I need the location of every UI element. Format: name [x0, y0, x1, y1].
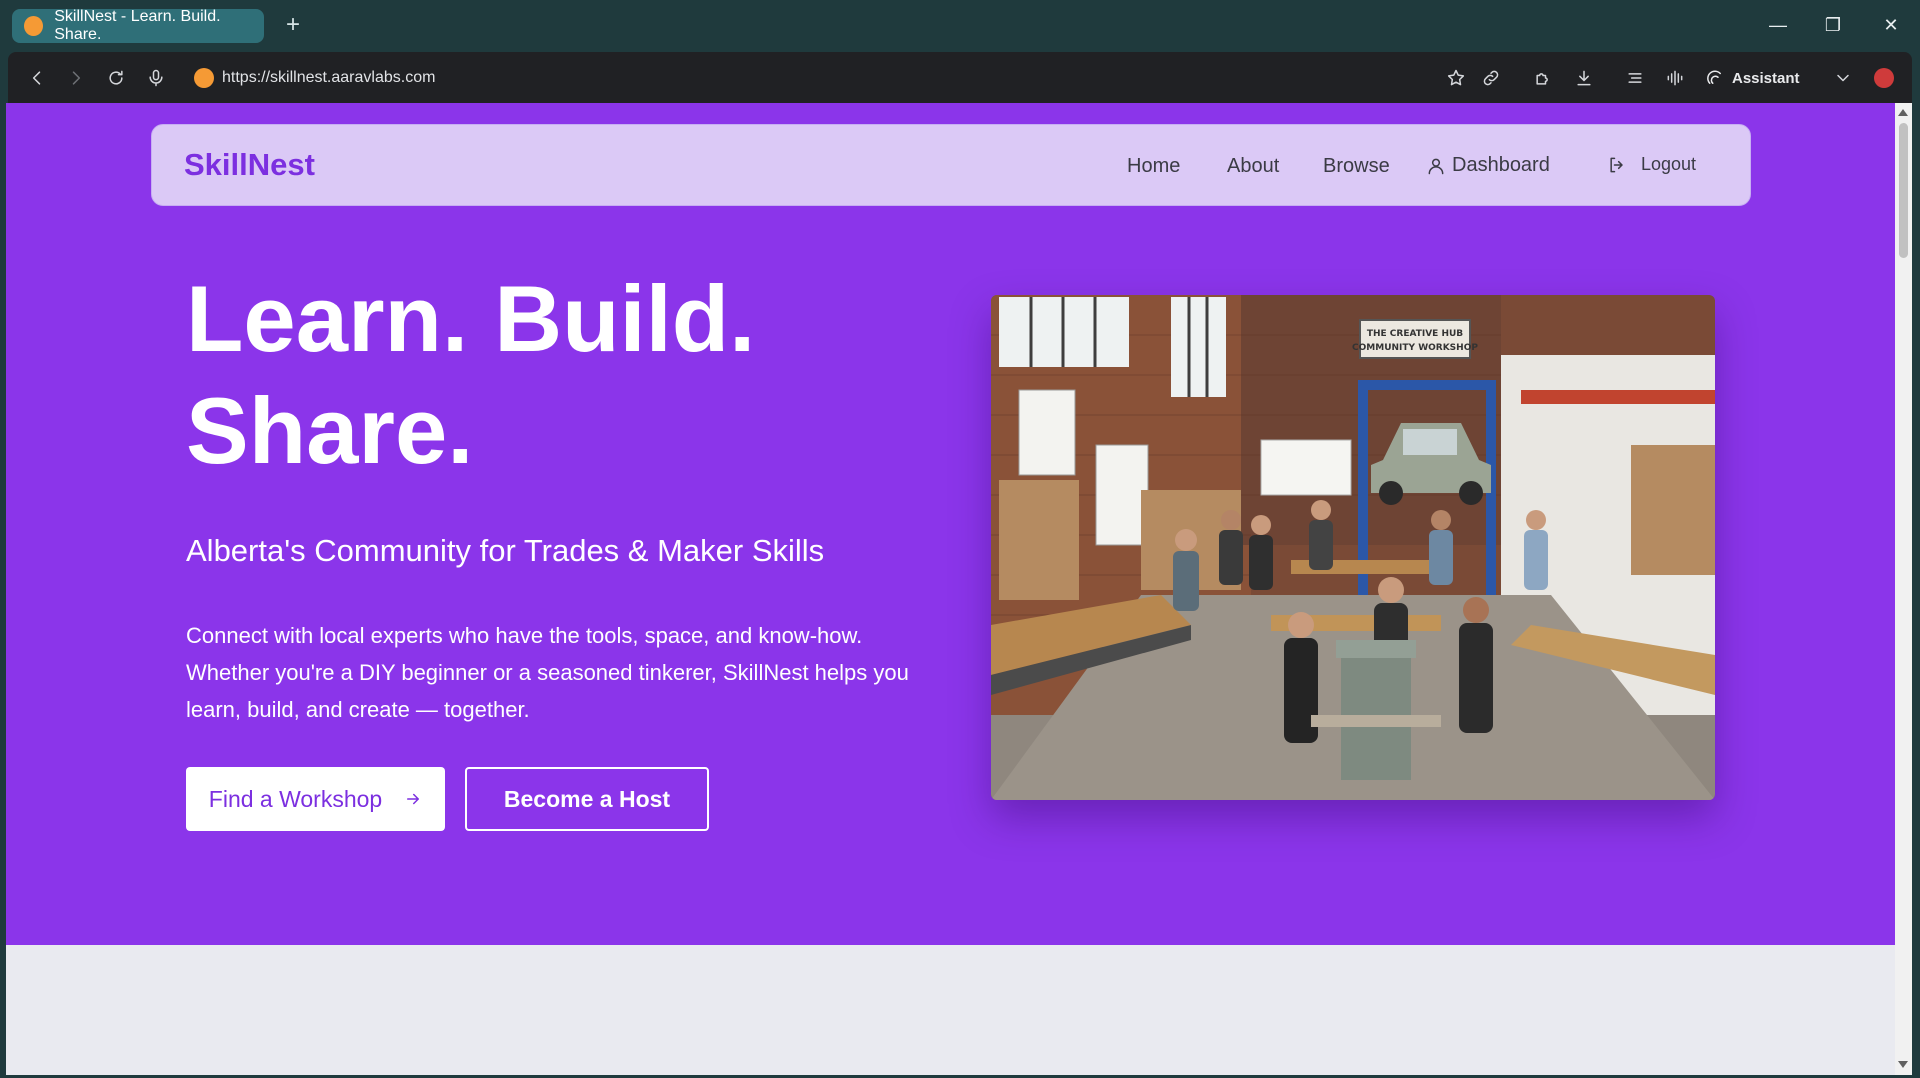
headline-line-2: Share. — [186, 378, 474, 483]
extensions-icon[interactable] — [1530, 65, 1556, 91]
page-scrollbar[interactable] — [1895, 103, 1912, 1075]
next-section — [6, 945, 1895, 1075]
assistant-icon — [1707, 70, 1721, 84]
address-bar[interactable]: https://skillnest.aaravlabs.com — [222, 66, 435, 90]
headline-line-1: Learn. Build. — [186, 266, 756, 371]
profile-avatar[interactable] — [1874, 68, 1894, 88]
logout-button[interactable]: Logout — [1607, 154, 1696, 175]
hero-section: SkillNest Home About Browse Dashboard Lo… — [6, 103, 1895, 945]
site-favicon-icon — [24, 16, 44, 36]
reload-icon[interactable] — [103, 65, 129, 91]
link-icon[interactable] — [1478, 65, 1504, 91]
arrow-right-icon — [407, 793, 420, 805]
nav-browse-link[interactable]: Browse — [1323, 155, 1390, 178]
find-workshop-label: Find a Workshop — [208, 785, 383, 812]
user-icon — [1428, 158, 1444, 174]
nav-dashboard-label: Dashboard — [1452, 154, 1550, 176]
hero-headline: Learn. Build. Share. — [186, 263, 946, 487]
assistant-label: Assistant — [1732, 69, 1800, 87]
new-tab-button[interactable]: + — [280, 12, 306, 38]
image-sign-line-2: COMMUNITY WORKSHOP — [1352, 343, 1478, 353]
hero-subheadline: Alberta's Community for Trades & Maker S… — [186, 533, 825, 568]
scrollbar-thumb[interactable] — [1899, 123, 1908, 258]
scroll-down-icon[interactable] — [1898, 1061, 1908, 1068]
image-sign-line-1: THE CREATIVE HUB — [1367, 329, 1463, 339]
hero-description: Connect with local experts who have the … — [186, 623, 909, 722]
back-icon[interactable] — [24, 65, 50, 91]
logout-label: Logout — [1641, 154, 1697, 174]
nav-about-link[interactable]: About — [1227, 155, 1279, 178]
site-favicon-icon — [194, 68, 214, 88]
chevron-down-icon[interactable] — [1830, 65, 1856, 91]
download-icon[interactable] — [1571, 65, 1597, 91]
page-viewport: SkillNest Home About Browse Dashboard Lo… — [6, 103, 1895, 1075]
minimize-icon[interactable]: — — [1763, 12, 1793, 38]
browser-titlebar: SkillNest - Learn. Build. Share. + — ❐ ✕ — [0, 0, 1920, 52]
restore-icon[interactable]: ❐ — [1818, 12, 1848, 38]
microphone-icon[interactable] — [143, 65, 169, 91]
bookmark-star-icon[interactable] — [1443, 65, 1469, 91]
close-icon[interactable]: ✕ — [1876, 12, 1906, 38]
hero-workshop-image: THE CREATIVE HUB COMMUNITY WORKSHOP — [991, 295, 1715, 800]
reading-list-icon[interactable] — [1622, 65, 1648, 91]
become-host-button[interactable]: Become a Host — [465, 767, 709, 831]
find-workshop-button[interactable]: Find a Workshop — [186, 767, 445, 831]
nav-dashboard-link[interactable]: Dashboard — [1426, 154, 1550, 177]
nav-home-link[interactable]: Home — [1127, 155, 1180, 178]
site-navbar: SkillNest Home About Browse Dashboard Lo… — [151, 124, 1751, 206]
scroll-up-icon[interactable] — [1898, 109, 1908, 116]
assistant-button[interactable]: Assistant — [1706, 64, 1800, 92]
brand-logo[interactable]: SkillNest — [184, 147, 315, 183]
browser-tab[interactable]: SkillNest - Learn. Build. Share. — [12, 8, 264, 43]
tab-title: SkillNest - Learn. Build. Share. — [54, 8, 221, 43]
forward-icon[interactable] — [63, 65, 89, 91]
audio-wave-icon[interactable] — [1662, 65, 1688, 91]
logout-icon — [1610, 157, 1623, 172]
